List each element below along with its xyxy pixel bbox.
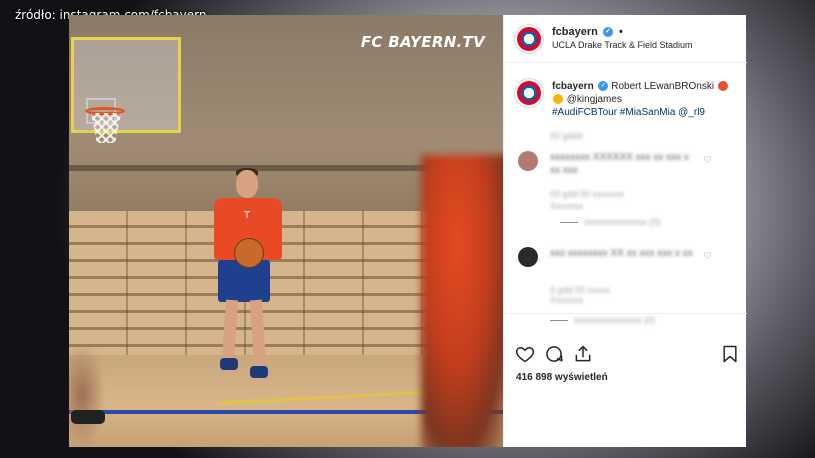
heart-icon[interactable] (515, 344, 537, 366)
fcbayern-tv-watermark: FC BAYERN.TV (360, 33, 485, 51)
header-username-row: fcbayern ✓ • (552, 26, 623, 38)
blurred-foreground-player (421, 155, 503, 447)
player-shoe-left (220, 358, 238, 370)
caption-username[interactable]: fcbayern (552, 81, 594, 92)
player-leg-right (249, 299, 267, 366)
player-head (236, 170, 258, 198)
basketball (234, 238, 264, 268)
player-leg-left (221, 299, 239, 361)
instagram-post-panel: fcbayern ✓ • UCLA Drake Track & Field St… (503, 15, 747, 447)
post-header: fcbayern ✓ • UCLA Drake Track & Field St… (504, 15, 747, 63)
player-figure: T (204, 168, 294, 410)
post-caption: fcbayern ✓ Robert LEwanBROnski @kingjame… (552, 80, 740, 119)
header-dot: • (618, 26, 623, 38)
caption-avatar[interactable] (514, 78, 544, 108)
angry-face-emoji-icon (717, 81, 728, 92)
verified-badge-icon: ✓ (598, 81, 609, 92)
comment-meta-blurred: 0 gdd 00 xxxxx (550, 285, 611, 295)
comments-section[interactable]: fcbayern ✓ Robert LEwanBROnski @kingjame… (504, 63, 747, 313)
caption-line1: Robert LEwanBROnski (611, 81, 715, 92)
grinning-face-emoji-icon (553, 94, 563, 105)
shirt-logo: T (244, 210, 251, 221)
bookmark-icon[interactable] (720, 344, 742, 366)
comment-text-blurred: xxx xxxxxxxx XX xx xxx xxx x xx (550, 248, 693, 259)
caption-timestamp-blurred: 00 gddd (550, 131, 583, 141)
view-replies-blurred[interactable]: xxxxxxxxxxxxxxx (0) (550, 315, 655, 325)
comment-like-heart-icon[interactable]: ♡ (703, 251, 712, 262)
comment-avatar[interactable] (518, 151, 538, 171)
fcbayern-logo-icon (517, 27, 541, 51)
share-icon[interactable] (573, 344, 595, 366)
fcbayern-logo-icon (517, 81, 541, 105)
profile-avatar[interactable] (514, 24, 544, 54)
view-replies-blurred[interactable]: xxxxxxxxxxxxxx (0) (560, 217, 661, 227)
actions-divider (504, 313, 747, 314)
blurred-left-figure (69, 345, 104, 445)
player-shoe-right (250, 366, 268, 378)
reply-link-blurred[interactable]: Xxxxxxx (550, 295, 583, 305)
blurred-left-shoe (71, 410, 105, 424)
post-actions (504, 344, 747, 370)
view-count[interactable]: 416 898 wyświetleń (516, 372, 608, 383)
comment-avatar[interactable] (518, 247, 538, 267)
video-player[interactable]: FC BAYERN.TV T (69, 15, 503, 447)
basketball-backboard (71, 37, 181, 133)
comment-text-blurred: xxxxxxxx XXXXXX xxx xx xxx x xx xxx (550, 152, 689, 176)
verified-badge-icon: ✓ (602, 27, 613, 38)
reply-link-blurred[interactable]: Xxxxxxx (550, 201, 583, 211)
comment-meta-blurred: 00 gdd 00 xxxxxxx (550, 189, 625, 199)
comment-like-heart-icon[interactable]: ♡ (703, 155, 712, 166)
post-location[interactable]: UCLA Drake Track & Field Stadium (552, 40, 693, 50)
caption-mention[interactable]: @kingjames (567, 94, 622, 105)
header-username[interactable]: fcbayern (552, 26, 598, 38)
comment-icon[interactable] (544, 344, 566, 366)
caption-hashtags[interactable]: #AudiFCBTour #MiaSanMia @_rl9 (552, 107, 705, 118)
